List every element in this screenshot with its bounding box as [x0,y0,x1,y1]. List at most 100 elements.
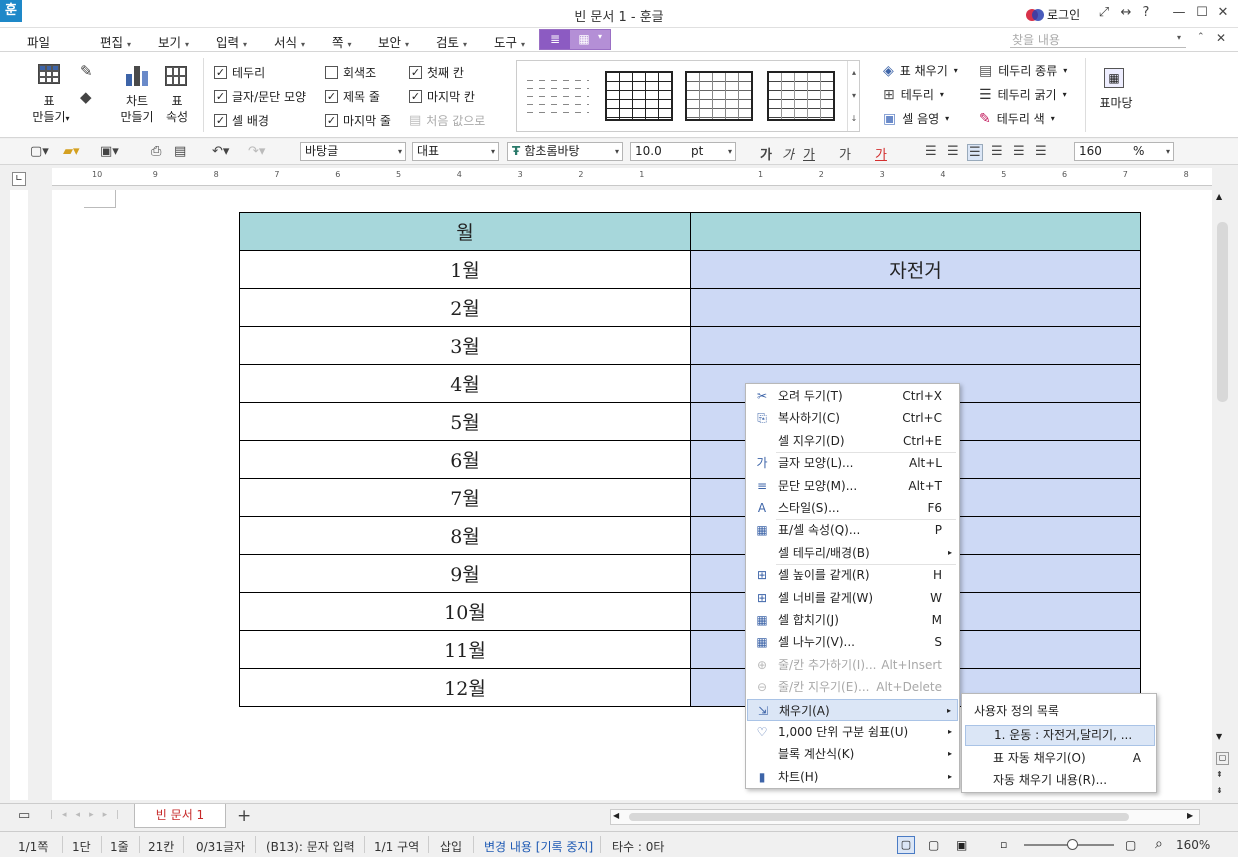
open-folder-icon[interactable]: ▰▾ [63,144,80,159]
menu-file[interactable]: 파일 [27,32,50,51]
preview-icon[interactable]: ▤ [174,144,186,159]
context-menu-item[interactable]: ⊖ 줄/칸 지우기(E)... Alt+Delete [747,676,958,698]
border-button[interactable]: ⊞ 테두리 ▾ [883,86,944,103]
data-table[interactable]: 월 1월 자전거 2월 3월 4월 5월 6월 7월 8월 9월 10월 11월 12월 [239,212,1141,707]
font-color-button[interactable]: 가 [875,144,887,163]
context-menu-item[interactable]: ▦ 셀 나누기(V)... S [747,631,958,653]
context-menu-item[interactable]: ⊞ 셀 높이를 같게(R) H [747,564,958,586]
value-cell[interactable] [690,326,1141,365]
login-button[interactable]: 로그인 [1026,6,1080,23]
zoom-out-icon[interactable]: ▫ [1000,838,1007,851]
context-menu-item[interactable]: ⊞ 셀 너비를 같게(W) W [747,587,958,609]
view-width-icon[interactable]: ▢ [928,838,939,852]
minimize-button[interactable]: — [1170,5,1188,20]
scroll-right-icon[interactable]: ▶ [1187,811,1193,820]
strike-button[interactable]: 가 [839,144,851,163]
month-cell[interactable]: 1월 [239,250,691,289]
view-full-icon[interactable]: ▣ [956,838,967,852]
align-split-icon[interactable]: ☰ [1035,144,1047,159]
submenu-item-custom-list[interactable]: 1. 운동 : 자전거,달리기, ... [965,725,1155,746]
border-type-button[interactable]: ▤ 테두리 종류 ▾ [979,62,1067,79]
zoom-slider-handle[interactable] [1067,839,1078,850]
doc-tab[interactable]: 빈 문서 1 [134,804,226,828]
table-layout-tab-icon[interactable]: ▦ [572,30,596,49]
menu-review[interactable]: 검토 ▾ [436,32,467,51]
tab-type-icon[interactable]: ∟ [12,172,26,186]
month-cell[interactable]: 3월 [239,326,691,365]
undo-icon[interactable]: ↶▾ [212,144,229,159]
tab-nav-arrows[interactable]: |◂◂▸▸| [50,810,128,820]
month-cell[interactable]: 9월 [239,554,691,593]
view-page-icon[interactable]: ▢ [897,836,915,854]
doc-close-icon[interactable]: ✕ [1216,31,1226,45]
context-menu-item[interactable]: ▮ 차트(H) ▸ [747,766,958,788]
memo-icon[interactable]: ▭ [18,808,30,823]
menu-tools[interactable]: 도구 ▾ [494,32,525,51]
new-doc-icon[interactable]: ▢▾ [30,144,49,159]
cell-brush-icon[interactable]: ✎ [80,62,93,80]
context-menu-item[interactable]: ⎘ 복사하기(C) Ctrl+C [747,407,958,429]
header-cell-month[interactable]: 월 [239,212,691,251]
menu-insert[interactable]: 입력 ▾ [216,32,247,51]
find-dropdown-icon[interactable]: ▾ [1177,33,1181,42]
submenu-item-fill-content[interactable]: 자동 채우기 내용(R)... [965,769,1155,791]
check-cell-bg[interactable]: ✓ 셀 배경 [214,112,269,128]
month-cell[interactable]: 11월 [239,630,691,669]
check-title-row[interactable]: ✓ 제목 줄 [325,88,380,104]
align-right-icon[interactable]: ☰ [991,144,1003,159]
style-thumb-none[interactable] [527,73,589,119]
check-grayscale[interactable]: 회색조 [325,64,376,80]
check-last-row[interactable]: ✓ 마지막 줄 [325,112,391,128]
scroll-thumb[interactable] [1217,222,1228,402]
resize-icon[interactable]: ↔ [1117,5,1135,20]
status-track-changes[interactable]: 변경 내용 [기록 중지] [484,838,593,855]
value-cell[interactable] [690,288,1141,327]
zoom-in-icon[interactable]: ▢ [1125,838,1136,852]
scroll-left-icon[interactable]: ◀ [613,811,619,820]
find-input[interactable]: 찾을 내용 [1010,31,1186,48]
context-menu-item[interactable]: ⊕ 줄/칸 추가하기(I)... Alt+Insert [747,654,958,676]
context-menu-item[interactable]: 셀 지우기(D) Ctrl+E [747,430,958,452]
month-cell[interactable]: 12월 [239,668,691,707]
horizontal-ruler[interactable]: 10 9 8 7 6 5 4 3 2 1 1 2 3 4 5 6 7 8 [52,168,1212,186]
fullscreen-icon[interactable]: ⤢ [1095,5,1113,20]
border-color-button[interactable]: ✎ 테두리 색 ▾ [979,110,1055,127]
h-scroll-thumb[interactable] [629,813,1129,821]
page-prev-icon[interactable]: ▢ [1216,752,1229,765]
page-down-icon[interactable]: ⇟ [1216,786,1223,795]
value-cell[interactable]: 자전거 [690,250,1141,289]
check-char-para[interactable]: ✓ 글자/문단 모양 [214,88,306,104]
context-menu-item[interactable]: ≡ 문단 모양(M)... Alt+T [747,475,958,497]
scroll-up-icon[interactable]: ▲ [1216,192,1222,201]
month-cell[interactable]: 5월 [239,402,691,441]
check-first-col[interactable]: ✓ 첫째 칸 [409,64,464,80]
status-insert[interactable]: 삽입 [440,838,462,855]
add-tab-button[interactable]: + [237,806,251,826]
align-left-icon[interactable]: ☰ [947,144,959,159]
rep-select[interactable]: 대표 ▾ [412,142,499,161]
submenu-item-auto-fill[interactable]: 표 자동 채우기(O) A [965,747,1155,769]
month-cell[interactable]: 4월 [239,364,691,403]
chart-make-button[interactable]: 차트 만들기 [117,64,157,132]
zoom-select[interactable]: 160% ▾ [1074,142,1174,161]
menu-security[interactable]: 보안 ▾ [378,32,409,51]
header-cell-empty[interactable] [690,212,1141,251]
horizontal-scrollbar[interactable]: ◀ ▶ [610,809,1200,825]
help-icon[interactable]: ? [1137,5,1155,20]
bold-button[interactable]: 가 [760,144,772,163]
context-menu-item[interactable]: ✂ 오려 두기(T) Ctrl+X [747,385,958,407]
align-justify-icon[interactable]: ☰ [925,144,937,159]
month-cell[interactable]: 7월 [239,478,691,517]
context-menu-item[interactable]: A 스타일(S)... F6 [747,497,958,519]
style-thumb-3[interactable] [767,71,835,121]
context-menu-item[interactable]: 블록 계산식(K) ▸ [747,743,958,765]
table-margin-button[interactable]: ▦ 표마당 [1096,68,1136,128]
border-width-button[interactable]: ☰ 테두리 굵기 ▾ [979,86,1067,103]
font-select[interactable]: Ŧ 함초롬바탕 ▾ [507,142,623,161]
gallery-scroll[interactable]: ▴ ▾ ↓ [847,61,860,131]
maximize-button[interactable]: ☐ [1193,5,1211,20]
context-menu-item[interactable]: 셀 테두리/배경(B) ▸ [747,542,958,564]
month-cell[interactable]: 2월 [239,288,691,327]
redo-icon[interactable]: ↷▾ [248,144,265,159]
context-menu-item[interactable]: ♡ 1,000 단위 구분 쉼표(U) ▸ [747,721,958,743]
